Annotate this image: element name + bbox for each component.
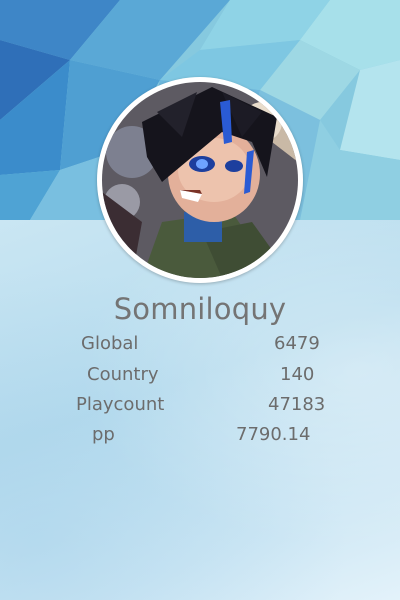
profile-card: Somniloquy Global 6479 Country 140 Playc… xyxy=(0,0,400,600)
avatar-frame[interactable] xyxy=(97,77,303,283)
stat-value-global: 6479 xyxy=(274,333,320,354)
stat-value-country: 140 xyxy=(280,364,315,385)
stat-value-pp: 7790.14 xyxy=(236,424,311,445)
stat-label-playcount: Playcount xyxy=(76,394,165,415)
stat-label-pp: pp xyxy=(92,424,115,445)
avatar[interactable] xyxy=(102,82,298,278)
username: Somniloquy xyxy=(113,292,287,326)
stat-label-global: Global xyxy=(81,333,139,354)
stat-label-country: Country xyxy=(87,364,159,385)
stat-value-playcount: 47183 xyxy=(268,394,326,415)
